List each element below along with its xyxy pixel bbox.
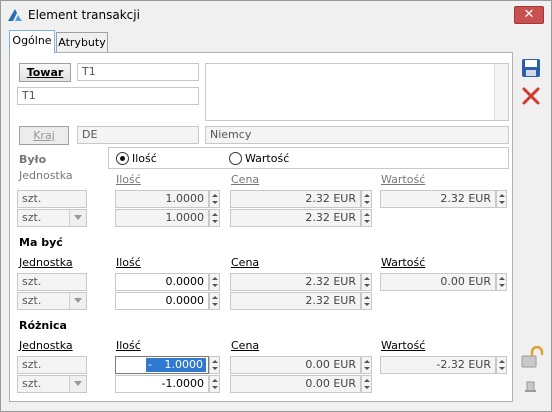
kraj-button[interactable]: Kraj — [19, 126, 69, 145]
ma-byc-section-label: Ma być — [19, 236, 63, 249]
mode-radio-group — [108, 147, 509, 169]
chevron-down-icon[interactable] — [69, 293, 86, 309]
title-bar[interactable]: Element transakcji ✕ — [1, 1, 551, 29]
roznica-price-1-spinner[interactable] — [361, 356, 372, 374]
roznica-col-jednostka: Jednostka — [19, 339, 73, 352]
close-window-button[interactable]: ✕ — [514, 6, 544, 24]
bylo-col-wartosc: Wartość — [381, 173, 426, 186]
ma-byc-col-jednostka: Jednostka — [19, 256, 73, 269]
roznica-qty-2[interactable]: -1.0000 — [115, 375, 209, 393]
bylo-price-1[interactable]: 2.32 EUR — [230, 190, 361, 208]
radio-wartosc[interactable] — [229, 152, 242, 165]
ma-byc-value-1-spinner[interactable] — [496, 273, 507, 291]
app-logo-icon — [8, 9, 22, 21]
ma-byc-value-1[interactable]: 0.00 EUR — [380, 273, 496, 291]
ma-byc-unit-2-text: szt. — [22, 294, 42, 307]
radio-ilosc[interactable] — [116, 152, 129, 165]
ma-byc-price-1[interactable]: 2.32 EUR — [230, 273, 361, 291]
description-scrollbar[interactable] — [494, 64, 508, 120]
kraj-button-label: Kraj — [33, 129, 55, 142]
bylo-price-1-spinner[interactable] — [361, 190, 372, 208]
roznica-qty-2-spinner[interactable] — [209, 375, 220, 393]
towar-name-field[interactable]: T1 — [17, 87, 199, 105]
window-title: Element transakcji — [28, 8, 140, 22]
bylo-unit-2[interactable]: szt. — [17, 209, 87, 227]
ma-byc-unit-2[interactable]: szt. — [17, 292, 87, 310]
pin-icon — [525, 381, 536, 392]
roznica-section-label: Różnica — [19, 319, 67, 332]
roznica-unit-1[interactable]: szt. — [17, 356, 87, 374]
pin-button[interactable] — [522, 378, 544, 400]
bylo-qty-2[interactable]: 1.0000 — [115, 209, 209, 227]
ma-byc-qty-2-spinner[interactable] — [209, 292, 220, 310]
bylo-price-2-spinner[interactable] — [361, 209, 372, 227]
red-x-icon — [522, 87, 540, 105]
chevron-down-icon[interactable] — [69, 210, 86, 226]
tab-atrybuty[interactable]: Atrybuty — [56, 32, 108, 53]
bylo-section-label: Było — [19, 153, 47, 166]
save-button[interactable] — [520, 57, 542, 79]
ma-byc-price-2[interactable]: 2.32 EUR — [230, 292, 361, 310]
ma-byc-col-ilosc: Ilość — [116, 256, 141, 269]
roznica-col-cena: Cena — [231, 339, 260, 352]
roznica-col-ilosc: Ilość — [116, 339, 141, 352]
kraj-code-field[interactable]: DE — [77, 126, 199, 144]
padlock-icon — [521, 345, 544, 368]
cancel-button[interactable] — [520, 85, 542, 107]
bylo-unit-1[interactable]: szt. — [17, 190, 87, 208]
ma-byc-unit-1[interactable]: szt. — [17, 273, 87, 291]
roznica-col-wartosc: Wartość — [381, 339, 426, 352]
lock-button[interactable] — [520, 345, 544, 368]
bylo-unit-2-text: szt. — [22, 211, 42, 224]
roznica-value-1-spinner[interactable] — [496, 356, 507, 374]
roznica-qty-1-selection: -1.0000 — [146, 358, 206, 372]
ma-byc-qty-1[interactable]: 0.0000 — [115, 273, 209, 291]
radio-ilosc-label: Ilość — [132, 152, 157, 165]
radio-wartosc-label: Wartość — [245, 152, 290, 165]
roznica-price-2[interactable]: 0.00 EUR — [230, 375, 361, 393]
bylo-qty-1-spinner[interactable] — [209, 190, 220, 208]
roznica-unit-2[interactable]: szt. — [17, 375, 87, 393]
roznica-value-1[interactable]: -2.32 EUR — [380, 356, 496, 374]
bylo-value-1[interactable]: 2.32 EUR — [380, 190, 496, 208]
ma-byc-col-cena: Cena — [231, 256, 260, 269]
ma-byc-qty-2[interactable]: 0.0000 — [115, 292, 209, 310]
roznica-price-1[interactable]: 0.00 EUR — [230, 356, 361, 374]
towar-button[interactable]: Towar — [19, 63, 71, 82]
roznica-qty-1-sign: - — [148, 358, 152, 371]
roznica-qty-1-value: 1.0000 — [164, 358, 204, 371]
ma-byc-qty-1-spinner[interactable] — [209, 273, 220, 291]
towar-button-label: Towar — [26, 66, 64, 79]
ma-byc-price-2-spinner[interactable] — [361, 292, 372, 310]
floppy-disk-icon — [522, 59, 540, 77]
towar-code-field[interactable]: T1 — [77, 63, 199, 81]
roznica-qty-1-spinner[interactable] — [209, 356, 220, 374]
roznica-qty-1[interactable]: -1.0000 — [115, 356, 209, 374]
bylo-qty-2-spinner[interactable] — [209, 209, 220, 227]
bylo-qty-1[interactable]: 1.0000 — [115, 190, 209, 208]
bylo-value-1-spinner[interactable] — [496, 190, 507, 208]
bylo-col-cena: Cena — [231, 173, 260, 186]
roznica-price-2-spinner[interactable] — [361, 375, 372, 393]
roznica-unit-2-text: szt. — [22, 377, 42, 390]
towar-description-area[interactable] — [205, 63, 509, 121]
kraj-name-field[interactable]: Niemcy — [205, 126, 509, 144]
bylo-price-2[interactable]: 2.32 EUR — [230, 209, 361, 227]
bylo-col-ilosc: Ilość — [116, 173, 141, 186]
bylo-col-jednostka: Jednostka — [19, 169, 73, 182]
ma-byc-col-wartosc: Wartość — [381, 256, 426, 269]
tab-ogolne[interactable]: Ogólne — [9, 30, 55, 53]
ma-byc-price-1-spinner[interactable] — [361, 273, 372, 291]
chevron-down-icon[interactable] — [69, 376, 86, 392]
dialog-window: Element transakcji ✕ Ogólne Atrybuty Tow… — [0, 0, 552, 412]
